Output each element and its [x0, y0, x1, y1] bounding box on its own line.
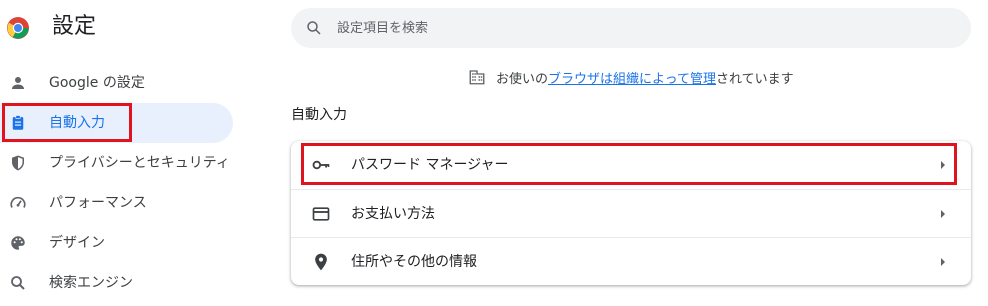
- payment-methods-row[interactable]: お支払い方法: [291, 189, 971, 238]
- chevron-right-icon: [941, 161, 945, 169]
- key-icon: [311, 155, 331, 175]
- palette-icon: [9, 234, 27, 252]
- search-icon: [9, 274, 27, 292]
- chevron-right-icon: [941, 210, 945, 218]
- shield-icon: [9, 154, 27, 172]
- password-manager-row[interactable]: パスワード マネージャー: [291, 141, 971, 189]
- sidebar-item-label: パフォーマンス: [49, 195, 147, 211]
- sidebar-item-label: 検索エンジン: [49, 275, 133, 291]
- credit-card-icon: [311, 204, 331, 224]
- chrome-logo-icon: [7, 17, 29, 39]
- sidebar-item-label: 自動入力: [49, 115, 105, 131]
- speedometer-icon: [9, 194, 27, 212]
- row-label: お支払い方法: [351, 206, 435, 222]
- row-label: パスワード マネージャー: [351, 157, 509, 173]
- chevron-right-icon: [941, 258, 945, 266]
- autofill-card: パスワード マネージャー お支払い方法 住所やその他の情報: [291, 141, 971, 285]
- sidebar-item-label: デザイン: [49, 235, 105, 251]
- managed-notice-suffix: されています: [715, 71, 794, 87]
- addresses-row[interactable]: 住所やその他の情報: [291, 237, 971, 286]
- settings-page: 設定 Google の設定 自動入力 プライバシーとセキュリティ パフォーマンス: [0, 0, 988, 306]
- sidebar-item-label: Google の設定: [49, 75, 145, 91]
- sidebar-item-appearance[interactable]: デザイン: [0, 223, 233, 263]
- sidebar-item-performance[interactable]: パフォーマンス: [0, 183, 233, 223]
- sidebar-item-autofill[interactable]: 自動入力: [0, 103, 233, 143]
- sidebar-item-label: プライバシーとセキュリティ: [49, 155, 230, 171]
- managed-notice: お使いの ブラウザは組織によって管理 されています: [468, 67, 794, 87]
- search-input[interactable]: [337, 8, 937, 48]
- search-icon: [307, 21, 321, 35]
- person-icon: [9, 74, 27, 92]
- sidebar-item-google-settings[interactable]: Google の設定: [0, 63, 233, 103]
- building-icon: [469, 70, 485, 85]
- managed-notice-prefix: お使いの: [496, 71, 549, 87]
- sidebar-item-privacy-security[interactable]: プライバシーとセキュリティ: [0, 143, 233, 183]
- sidebar-item-search-engine[interactable]: 検索エンジン: [0, 263, 233, 303]
- section-title: 自動入力: [291, 107, 347, 123]
- managed-browser-link[interactable]: ブラウザは組織によって管理: [548, 68, 716, 87]
- clipboard-icon: [9, 114, 27, 132]
- page-title: 設定: [52, 14, 97, 39]
- row-label: 住所やその他の情報: [351, 254, 477, 270]
- search-box[interactable]: [291, 8, 971, 48]
- location-pin-icon: [311, 252, 331, 272]
